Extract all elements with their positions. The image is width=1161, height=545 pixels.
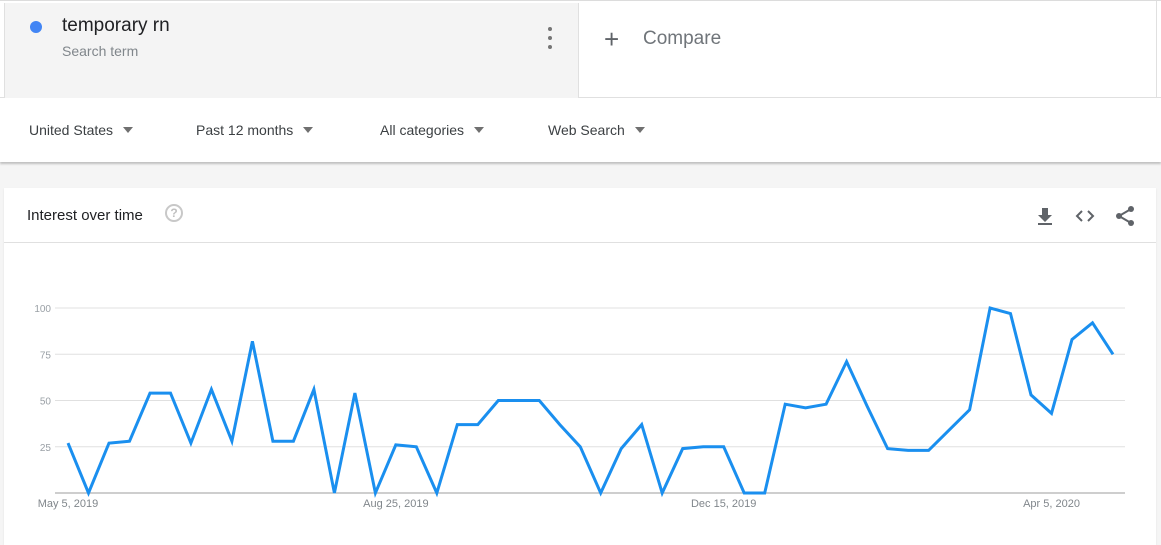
y-tick-label: 75 (40, 350, 52, 361)
y-tick-label: 100 (34, 304, 51, 315)
x-tick-label: May 5, 2019 (38, 498, 99, 510)
x-tick-label: Aug 25, 2019 (363, 498, 428, 510)
y-tick-label: 25 (40, 443, 52, 454)
interest-line-chart: 25 50 75 100 May 5, 2019 Aug 25, 2019 Dec 15,… (34, 304, 1125, 510)
x-tick-label: Apr 5, 2020 (1023, 498, 1080, 510)
y-tick-label: 50 (40, 397, 52, 408)
x-tick-label: Dec 15, 2019 (691, 498, 756, 510)
